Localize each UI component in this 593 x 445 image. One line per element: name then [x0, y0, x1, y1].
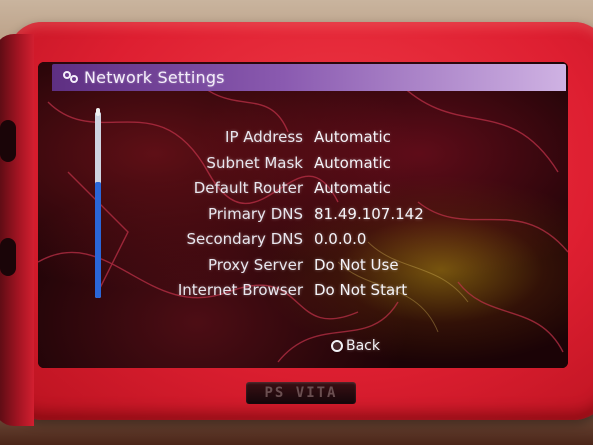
setting-value: Automatic — [314, 153, 391, 172]
network-icon — [63, 71, 78, 83]
side-button-bottom — [0, 238, 16, 276]
setting-row-internet-browser[interactable]: Internet Browser Do Not Start — [38, 281, 568, 307]
case-left-edge — [0, 34, 34, 426]
back-label: Back — [346, 338, 380, 354]
setting-row-default-router[interactable]: Default Router Automatic — [38, 179, 568, 205]
back-button[interactable]: Back — [331, 336, 380, 356]
screen: Network Settings IP Address Automatic Su… — [38, 62, 568, 368]
logo-text: PS VITA — [264, 385, 338, 401]
setting-row-secondary-dns[interactable]: Secondary DNS 0.0.0.0 — [38, 230, 568, 256]
title-bar: Network Settings — [52, 64, 566, 91]
setting-row-subnet-mask[interactable]: Subnet Mask Automatic — [38, 154, 568, 180]
setting-label: Proxy Server — [207, 255, 303, 274]
setting-label: Secondary DNS — [186, 230, 304, 248]
setting-value: 0.0.0.0 — [314, 230, 367, 248]
circle-button-icon — [331, 340, 343, 352]
scrollbar-top-cap — [96, 108, 100, 116]
setting-row-primary-dns[interactable]: Primary DNS 81.49.107.142 — [38, 205, 568, 231]
setting-label: IP Address — [225, 128, 303, 146]
page-title: Network Settings — [84, 68, 225, 87]
setting-row-ip-address[interactable]: IP Address Automatic — [38, 128, 568, 154]
setting-value: Do Not Use — [314, 255, 399, 274]
setting-label: Primary DNS — [207, 204, 303, 223]
setting-label: Internet Browser — [177, 281, 303, 299]
setting-value: 81.49.107.142 — [314, 204, 424, 223]
setting-label: Subnet Mask — [206, 153, 303, 172]
setting-row-proxy-server[interactable]: Proxy Server Do Not Use — [38, 256, 568, 282]
device-logo: PS VITA — [246, 382, 356, 404]
settings-list: IP Address Automatic Subnet Mask Automat… — [38, 128, 568, 307]
setting-value: Do Not Start — [314, 281, 408, 299]
setting-value: Automatic — [314, 128, 391, 146]
side-button-top — [0, 120, 16, 162]
setting-value: Automatic — [314, 179, 391, 197]
setting-label: Default Router — [193, 179, 303, 197]
